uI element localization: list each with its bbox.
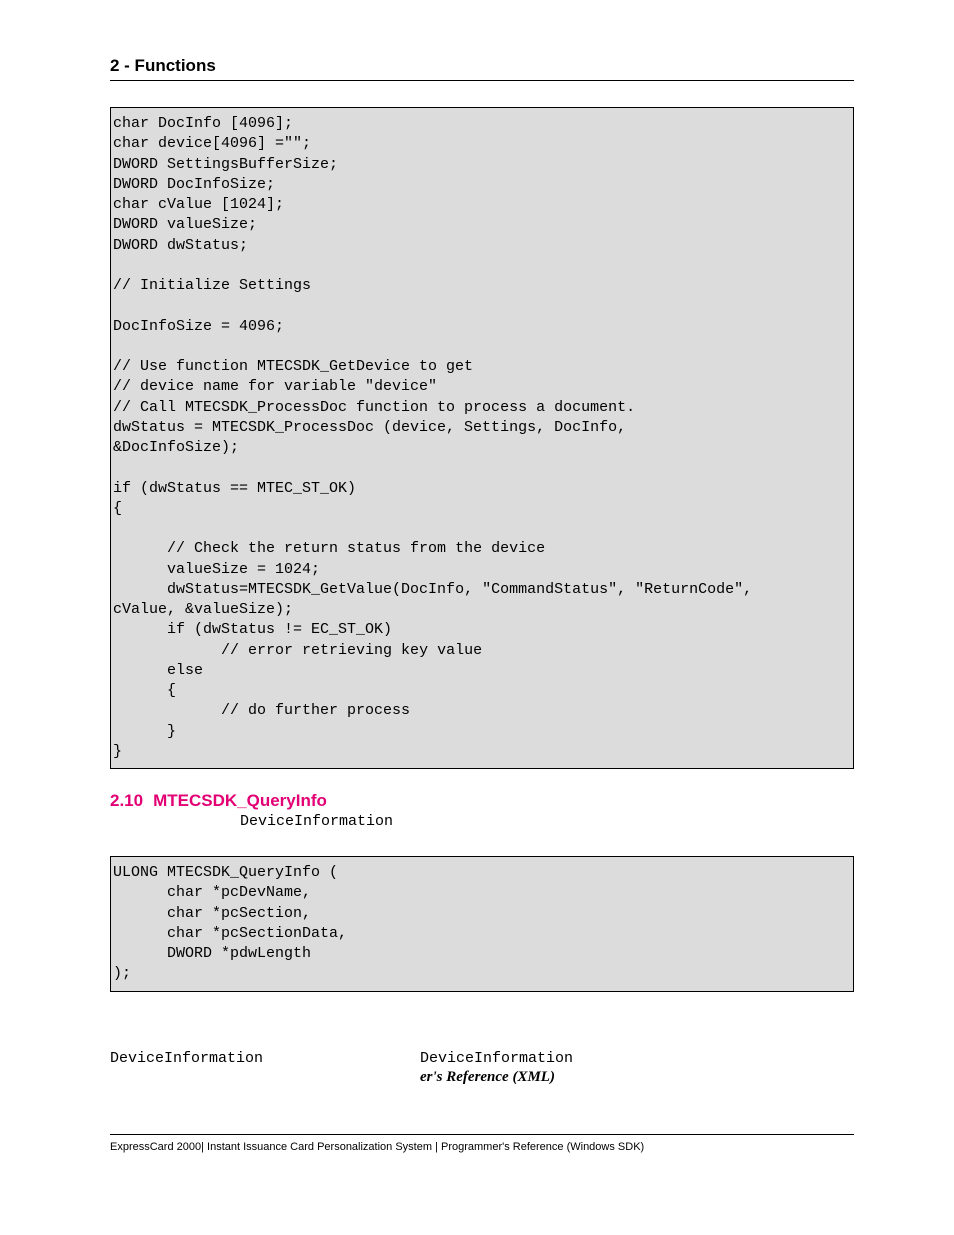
footer-text: ExpressCard 2000| Instant Issuance Card … [110,1141,854,1153]
code-example-block: char DocInfo [4096]; char device[4096] =… [110,107,854,769]
device-info-right: DeviceInformation [420,1050,573,1067]
header-rule [110,80,854,81]
subsection-intro: DeviceInformation [240,813,854,830]
reference-line: er's Reference (XML) [420,1069,854,1086]
footer-rule [110,1134,854,1135]
subsection-number: 2.10 [110,791,143,810]
section-label: 2 - Functions [110,56,854,76]
subsection-title: MTECSDK_QueryInfo [153,791,327,810]
device-info-left: DeviceInformation [110,1050,420,1067]
function-signature-block: ULONG MTECSDK_QueryInfo ( char *pcDevNam… [110,856,854,992]
subsection-heading: 2.10 MTECSDK_QueryInfo [110,791,854,811]
device-info-row: DeviceInformation DeviceInformation [110,1050,854,1067]
